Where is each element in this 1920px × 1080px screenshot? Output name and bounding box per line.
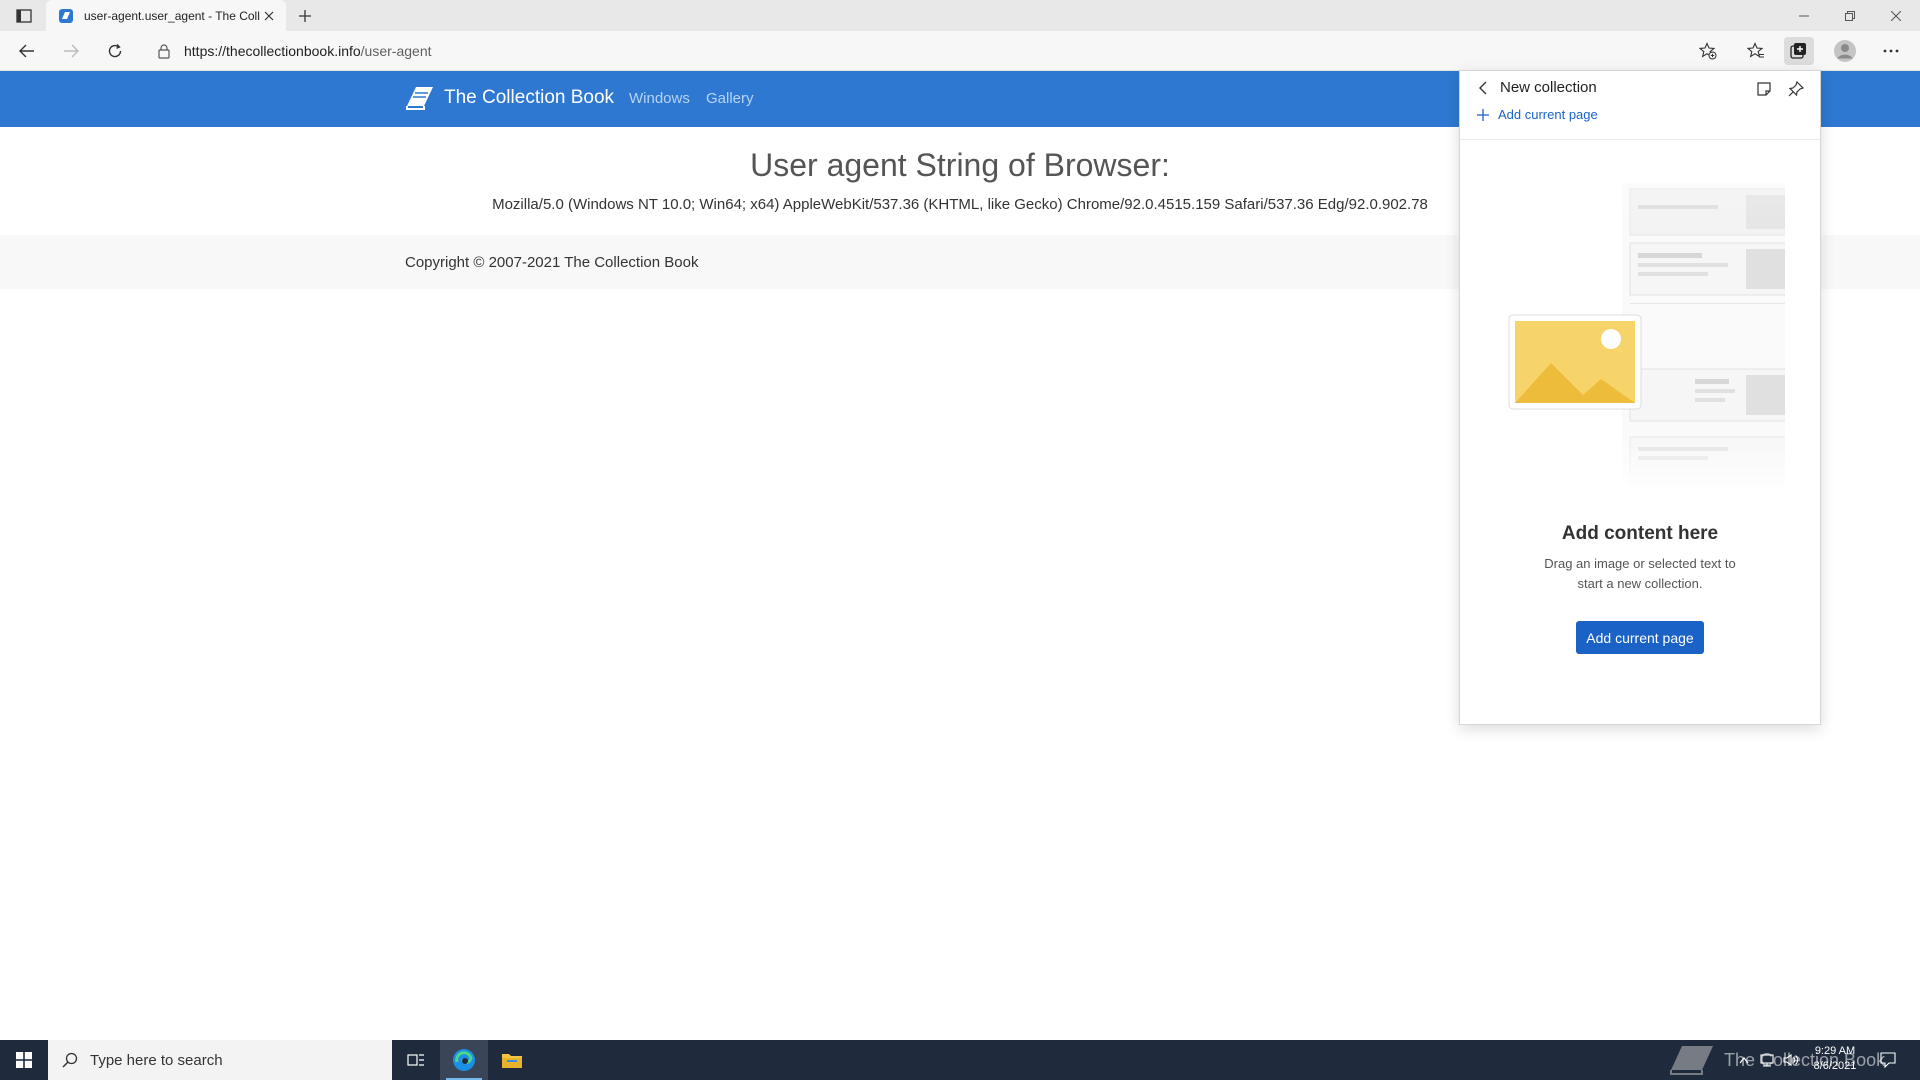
nav-link-gallery[interactable]: Gallery: [706, 90, 754, 107]
show-hidden-icons-icon[interactable]: [1735, 1040, 1753, 1080]
file-explorer-icon[interactable]: [488, 1040, 536, 1080]
add-note-icon[interactable]: [1752, 77, 1776, 101]
search-placeholder: Type here to search: [90, 1051, 223, 1069]
empty-state-title: Add content here: [1561, 523, 1719, 544]
forward-button[interactable]: [56, 37, 86, 65]
add-current-page-link[interactable]: Add current page: [1476, 107, 1598, 122]
pin-icon[interactable]: [1784, 77, 1808, 101]
url-host: https://thecollectionbook.info: [184, 43, 361, 59]
collections-icon[interactable]: [1784, 37, 1814, 65]
profile-avatar[interactable]: [1830, 37, 1860, 65]
close-window-button[interactable]: [1873, 0, 1919, 31]
volume-icon[interactable]: [1780, 1040, 1802, 1080]
task-view-icon[interactable]: [392, 1040, 440, 1080]
book-logo-icon: [404, 84, 436, 112]
copyright-text: Copyright © 2007-2021 The Collection Boo…: [405, 254, 699, 271]
new-tab-button[interactable]: [293, 5, 317, 27]
refresh-button[interactable]: [100, 37, 130, 65]
network-icon[interactable]: [1756, 1040, 1778, 1080]
tab-actions-icon[interactable]: [10, 5, 38, 27]
tab-title: user-agent.user_agent - The Collection B…: [84, 8, 260, 23]
nav-link-windows[interactable]: Windows: [629, 90, 690, 107]
windows-taskbar: Type here to search The Collection Book …: [0, 1040, 1920, 1080]
site-brand-link[interactable]: The Collection Book: [404, 84, 614, 112]
start-button[interactable]: [0, 1040, 48, 1080]
back-arrow-icon[interactable]: [1472, 77, 1494, 99]
edge-browser-icon[interactable]: [440, 1040, 488, 1080]
address-bar[interactable]: https://thecollectionbook.info/user-agen…: [148, 36, 1688, 66]
site-favicon-icon: [58, 8, 74, 24]
browser-tab[interactable]: user-agent.user_agent - The Collection B…: [46, 0, 286, 31]
add-current-page-label: Add current page: [1498, 107, 1598, 122]
taskbar-search-box[interactable]: Type here to search: [48, 1040, 392, 1080]
brand-name: The Collection Book: [444, 87, 615, 108]
collection-title[interactable]: New collection: [1500, 79, 1597, 96]
restore-button[interactable]: [1827, 0, 1873, 31]
empty-state-description: Drag an image or selected text to start …: [1544, 556, 1736, 591]
plus-icon: [1476, 108, 1490, 122]
search-icon: [62, 1052, 78, 1068]
clock-date: 8/6/2021: [1813, 1060, 1857, 1072]
minimize-button[interactable]: [1781, 0, 1827, 31]
collections-panel: New collection Add current page Add cont…: [1459, 70, 1822, 725]
divider: [1460, 139, 1820, 140]
back-button[interactable]: [12, 37, 42, 65]
lock-icon[interactable]: [156, 43, 172, 59]
favorites-icon[interactable]: [1741, 37, 1771, 65]
add-current-page-button[interactable]: Add current page: [1576, 621, 1704, 654]
add-favorite-icon[interactable]: [1693, 37, 1723, 65]
url-path: /user-agent: [360, 43, 432, 59]
close-tab-icon[interactable]: [260, 7, 278, 25]
title-bar: user-agent.user_agent - The Collection B…: [0, 0, 1920, 31]
notification-center-icon[interactable]: [1874, 1040, 1902, 1080]
browser-toolbar: https://thecollectionbook.info/user-agen…: [0, 31, 1920, 71]
taskbar-clock[interactable]: 9:29 AM 8/6/2021: [1800, 1044, 1870, 1074]
clock-time: 9:29 AM: [1814, 1045, 1856, 1057]
more-options-icon[interactable]: [1876, 37, 1906, 65]
url-text[interactable]: https://thecollectionbook.info/user-agen…: [184, 43, 432, 59]
empty-collection-illustration: [1505, 183, 1822, 493]
